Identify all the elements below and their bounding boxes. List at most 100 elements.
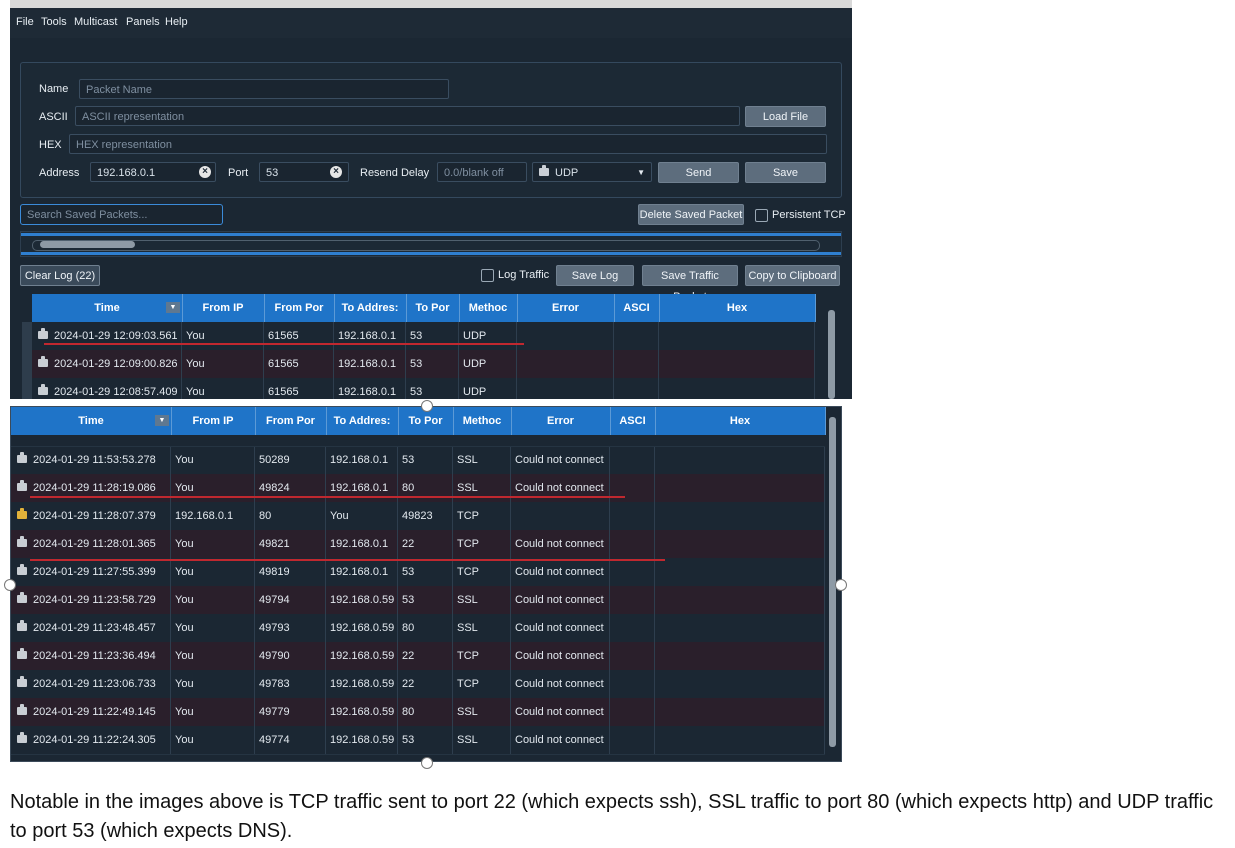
clear-address-icon[interactable]: × [199,166,211,178]
column-header-method[interactable]: Methoc [459,294,518,322]
scrollbar-thumb[interactable] [40,241,135,248]
table-row[interactable]: 2024-01-29 11:27:55.399 You 49819 192.168.0… [11,558,825,587]
copy-to-clipboard-button[interactable]: Copy to Clipboard [745,265,840,286]
column-header-to-port[interactable]: To Por [406,294,460,322]
to-port-value: 80 [402,622,415,634]
cell-ascii [610,586,655,614]
cell-from-port: 80 [255,502,326,530]
sort-dropdown-icon[interactable]: ▼ [155,415,169,426]
cell-to-port: 53 [406,378,459,399]
method-value: SSL [457,734,478,746]
menu-multicast[interactable]: Multicast [74,16,117,28]
column-header-from-ip[interactable]: From IP [171,407,256,435]
resend-delay-input[interactable]: 0.0/blank off [437,162,527,182]
column-header-to-addr[interactable]: To Addres: [326,407,399,435]
from-port-value: 49794 [259,594,290,606]
load-file-button[interactable]: Load File [745,106,826,127]
cell-ascii [614,350,659,378]
cell-hex [655,586,825,614]
table-row[interactable]: 2024-01-29 11:53:53.278 You 50289 192.168.0… [11,446,825,475]
method-value: TCP [457,510,479,522]
column-header-method[interactable]: Methoc [453,407,512,435]
cell-error [511,502,610,530]
table-row[interactable]: 2024-01-29 12:09:00.826 You 61565 192.168.0… [22,350,815,379]
save-button[interactable]: Save [745,162,826,183]
from-port-value: 61565 [268,330,299,342]
time-value: 2024-01-29 11:23:06.733 [33,678,156,690]
log-traffic-label: Log Traffic [498,269,550,281]
from-ip-value: You [186,330,205,342]
menu-file[interactable]: File [16,16,34,28]
error-value: Could not connect [515,538,604,550]
clear-port-icon[interactable]: × [330,166,342,178]
save-traffic-packet-button[interactable]: Save Traffic Packet [642,265,738,303]
column-header-from-port[interactable]: From Por [264,294,335,322]
cell-hex [659,322,815,350]
cell-method: TCP [453,558,511,586]
horizontal-scrollbar[interactable] [32,240,820,251]
table-row[interactable]: 2024-01-29 11:22:49.145 You 49779 192.168.0… [11,698,825,727]
to-port-value: 53 [402,734,415,746]
send-button[interactable]: Send [658,162,739,183]
table-row[interactable]: 2024-01-29 11:23:06.733 You 49783 192.168.0… [11,670,825,699]
clear-log-button[interactable]: Clear Log (22) [20,265,100,286]
table-row[interactable]: 2024-01-29 11:28:19.086 You 49824 192.168.0… [11,474,825,503]
table-row[interactable]: 2024-01-29 11:23:48.457 You 49793 192.168.0… [11,614,825,643]
cell-from-port: 61565 [264,350,334,378]
table-row[interactable]: 2024-01-29 11:22:24.305 You 49774 192.168.0… [11,726,825,755]
column-header-from-port[interactable]: From Por [255,407,327,435]
saved-table-footer [21,252,841,255]
column-header-from-ip[interactable]: From IP [182,294,265,322]
cell-to-addr: 192.168.0.59 [326,642,398,670]
search-saved-packets-input[interactable]: Search Saved Packets... [20,204,223,225]
cell-from-ip: You [171,614,255,642]
packet-name-input[interactable]: Packet Name [79,79,449,99]
time-value: 2024-01-29 11:23:58.729 [33,594,156,606]
table-row[interactable]: 2024-01-29 12:08:57.409 You 61565 192.168.0… [22,378,815,399]
to-addr-value: 192.168.0.1 [338,386,397,398]
address-input[interactable]: 192.168.0.1 [90,162,216,182]
method-value: TCP [457,650,479,662]
crop-handle-right [835,579,847,591]
cell-method: SSL [453,726,511,754]
save-log-button[interactable]: Save Log [556,265,634,286]
table-row[interactable]: 2024-01-29 12:09:03.561 You 61565 192.168.0… [22,322,815,351]
column-header-hex[interactable]: Hex [655,407,826,435]
cell-from-ip: 192.168.0.1 [171,502,255,530]
method-select[interactable]: UDP ▼ [532,162,652,182]
column-header-error[interactable]: Error [511,407,611,435]
delete-saved-packet-button[interactable]: Delete Saved Packet [638,204,744,225]
column-header-to-addr[interactable]: To Addres: [334,294,407,322]
from-ip-value: You [175,650,194,662]
column-header-time[interactable]: Time ▼ [11,407,172,435]
column-header-ascii[interactable]: ASCI [610,407,656,435]
vertical-scrollbar[interactable] [828,310,835,399]
persistent-tcp-checkbox[interactable] [755,209,768,222]
hex-input[interactable]: HEX representation [69,134,827,154]
table-row[interactable]: 2024-01-29 11:28:01.365 You 49821 192.168.0… [11,530,825,559]
table-row[interactable]: 2024-01-29 11:28:07.379 192.168.0.1 80 You 4… [11,502,825,531]
column-header-hex[interactable]: Hex [659,294,816,322]
menu-tools[interactable]: Tools [41,16,67,28]
crop-handle-left [4,579,16,591]
log-traffic-checkbox[interactable] [481,269,494,282]
cell-hex [655,642,825,670]
method-value: SSL [457,594,478,606]
table-row[interactable]: 2024-01-29 11:23:58.729 You 49794 192.168.0… [11,586,825,615]
table-row[interactable]: 2024-01-29 11:23:36.494 You 49790 192.168.0… [11,642,825,671]
column-header-ascii[interactable]: ASCI [614,294,660,322]
menu-panels[interactable]: Panels [126,16,160,28]
cell-to-port: 53 [398,558,453,586]
ascii-label: ASCII [39,111,68,123]
cell-to-addr: 192.168.0.59 [326,586,398,614]
ascii-input[interactable]: ASCII representation [75,106,740,126]
to-port-value: 53 [410,330,423,342]
to-port-value: 53 [402,566,415,578]
time-value: 2024-01-29 11:22:24.305 [33,734,156,746]
sort-dropdown-icon[interactable]: ▼ [166,302,180,313]
cell-hex [655,474,825,502]
menu-help[interactable]: Help [165,16,188,28]
column-header-error[interactable]: Error [517,294,615,322]
cell-time: 2024-01-29 11:23:48.457 [11,614,171,642]
column-header-time[interactable]: Time ▼ [32,294,183,322]
